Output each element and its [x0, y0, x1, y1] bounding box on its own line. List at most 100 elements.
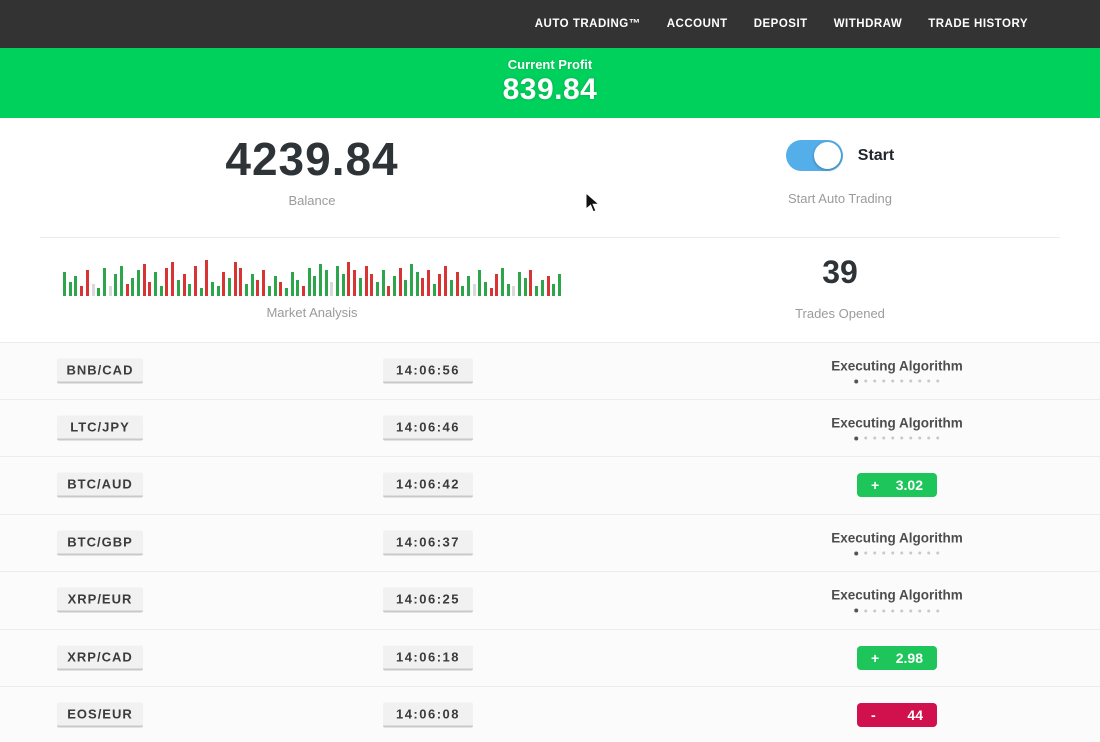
profit-badge[interactable]: +2.98	[857, 646, 937, 670]
candlestick-bar	[376, 282, 379, 296]
candlestick-bar	[404, 280, 407, 296]
candlestick-bar	[359, 278, 362, 296]
pair-badge[interactable]: XRP/CAD	[57, 645, 143, 670]
candlestick-bar	[347, 262, 350, 296]
pair-badge[interactable]: BNB/CAD	[57, 358, 143, 383]
progress-dot	[918, 437, 921, 440]
progress-dot	[854, 436, 858, 440]
candlestick-bar	[239, 268, 242, 296]
nav-item-deposit[interactable]: DEPOSIT	[754, 18, 808, 30]
candlestick-bar	[262, 270, 265, 296]
pair-badge[interactable]: BTC/AUD	[57, 473, 143, 498]
candlestick-bar	[501, 268, 504, 296]
candlestick-bar	[461, 286, 464, 296]
candlestick-bar	[387, 286, 390, 296]
top-navbar: AUTO TRADING™ ACCOUNT DEPOSIT WITHDRAW TRADE…	[0, 0, 1100, 48]
pair-badge[interactable]: EOS/EUR	[57, 703, 143, 728]
executing-algorithm-label: Executing Algorithm	[831, 530, 963, 545]
progress-dot	[918, 380, 921, 383]
candlestick-bar	[484, 282, 487, 296]
candlestick-bar	[552, 284, 555, 296]
candlestick-bar	[109, 286, 112, 296]
candlestick-bar	[382, 270, 385, 296]
result-sign: +	[871, 477, 879, 493]
nav-item-trade-history[interactable]: TRADE HISTORY	[928, 18, 1028, 30]
trade-status: +3.02	[857, 473, 937, 497]
candlestick-bar	[69, 282, 72, 296]
candlestick-bar	[114, 274, 117, 296]
candlestick-bar	[285, 288, 288, 296]
candlestick-bar	[188, 284, 191, 296]
candlestick-bar	[97, 288, 100, 296]
toggle-label: Start	[858, 147, 894, 165]
current-profit-label: Current Profit	[0, 57, 1100, 72]
time-badge: 14:06:46	[383, 415, 473, 440]
candlestick-bar	[183, 274, 186, 296]
nav-item-withdraw[interactable]: WITHDRAW	[834, 18, 903, 30]
candlestick-bar	[535, 286, 538, 296]
candlestick-bar	[228, 278, 231, 296]
candlestick-bar	[165, 268, 168, 296]
candlestick-bar	[444, 266, 447, 296]
market-analysis-chart	[0, 258, 624, 296]
candlestick-bar	[302, 286, 305, 296]
profit-badge[interactable]: +3.02	[857, 473, 937, 497]
candlestick-bar	[143, 264, 146, 296]
progress-dot	[900, 437, 903, 440]
candlestick-bar	[194, 266, 197, 296]
candlestick-bar	[80, 286, 83, 296]
trade-status: +2.98	[857, 646, 937, 670]
progress-dot	[854, 609, 858, 613]
progress-dot	[873, 437, 876, 440]
time-badge: 14:06:18	[383, 645, 473, 670]
nav-item-auto-trading[interactable]: AUTO TRADING™	[535, 18, 641, 30]
candlestick-bar	[547, 276, 550, 296]
progress-dot	[936, 609, 939, 612]
progress-dot	[909, 437, 912, 440]
progress-dot	[891, 609, 894, 612]
loss-badge[interactable]: -44	[857, 703, 937, 727]
candlestick-bar	[518, 272, 521, 296]
candlestick-bar	[353, 270, 356, 296]
candlestick-bar	[370, 274, 373, 296]
pair-badge[interactable]: LTC/JPY	[57, 415, 143, 440]
candlestick-bar	[529, 270, 532, 296]
balance-stat: 4239.84 Balance	[0, 118, 624, 208]
candlestick-bar	[325, 270, 328, 296]
candlestick-bar	[211, 282, 214, 296]
candlestick-bar	[336, 266, 339, 296]
candlestick-bar	[234, 262, 237, 296]
trade-status: -44	[857, 703, 937, 727]
nav-item-account[interactable]: ACCOUNT	[667, 18, 728, 30]
candlestick-bar	[438, 274, 441, 296]
trade-row: XRP/EUR14:06:25Executing Algorithm	[0, 572, 1100, 630]
result-sign: -	[871, 707, 876, 723]
current-profit-value: 839.84	[0, 73, 1100, 107]
candlestick-bar	[393, 276, 396, 296]
progress-dot	[882, 380, 885, 383]
candlestick-bar	[74, 276, 77, 296]
candlestick-bar	[177, 280, 180, 296]
auto-trading-toggle[interactable]	[786, 140, 843, 171]
candlestick-bar	[148, 282, 151, 296]
time-badge: 14:06:25	[383, 588, 473, 613]
pair-badge[interactable]: XRP/EUR	[57, 588, 143, 613]
progress-dot	[864, 437, 867, 440]
trade-row: BTC/GBP14:06:37Executing Algorithm	[0, 515, 1100, 573]
candlestick-bar	[512, 286, 515, 296]
pair-badge[interactable]: BTC/GBP	[57, 530, 143, 555]
candlestick-bar	[319, 264, 322, 296]
candlestick-bar	[86, 270, 89, 296]
progress-dot	[864, 609, 867, 612]
progress-dot	[854, 551, 858, 555]
progress-dot	[936, 552, 939, 555]
candlestick-bar	[421, 278, 424, 296]
candlestick-bar	[171, 262, 174, 296]
market-analysis-label: Market Analysis	[0, 305, 624, 320]
stats-row-top: 4239.84 Balance Start Start Auto Trading	[0, 118, 1100, 237]
candlestick-bar	[205, 260, 208, 296]
candlestick-bar	[296, 280, 299, 296]
candlestick-bar	[131, 278, 134, 296]
candlestick-bar	[268, 286, 271, 296]
candlestick-bar	[313, 276, 316, 296]
